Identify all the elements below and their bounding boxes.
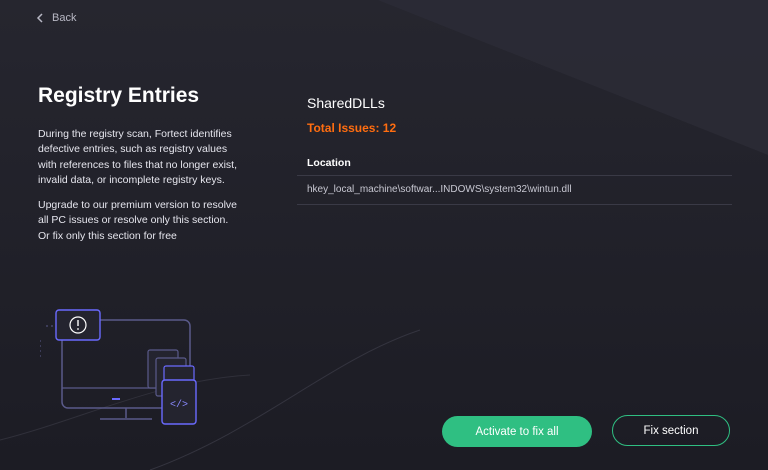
description-paragraph-3: Or fix only this section for free [38, 229, 177, 242]
location-column-header: Location [307, 157, 351, 169]
activate-button[interactable]: Activate to fix all [442, 416, 592, 447]
registry-illustration: </> [40, 309, 197, 425]
svg-text:</>: </> [170, 399, 188, 411]
back-label: Back [52, 12, 77, 24]
back-button[interactable]: Back [36, 10, 76, 26]
section-name: SharedDLLs [307, 95, 385, 111]
fix-section-button[interactable]: Fix section [612, 415, 730, 446]
registry-location: hkey_local_machine\softwar...INDOWS\syst… [307, 184, 572, 195]
table-row: hkey_local_machine\softwar...INDOWS\syst… [297, 176, 732, 205]
section-description: During the registry scan, Fortect identi… [38, 127, 248, 244]
description-paragraph-1: During the registry scan, Fortect identi… [38, 128, 238, 186]
chevron-left-icon [36, 13, 43, 23]
total-issues: Total Issues: 12 [307, 121, 397, 135]
page-title: Registry Entries [38, 84, 200, 107]
description-paragraph-2: Upgrade to our premium version to resolv… [38, 199, 238, 227]
